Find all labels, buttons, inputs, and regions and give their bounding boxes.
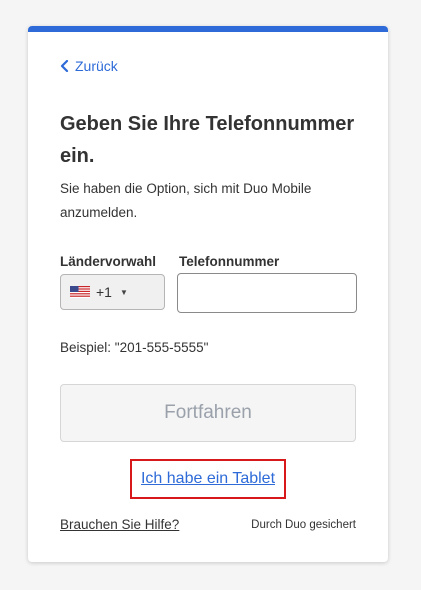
page-title: Geben Sie Ihre Telefonnummer ein. <box>60 113 355 167</box>
tablet-link[interactable]: Ich habe ein Tablet <box>130 459 286 499</box>
back-link-label: Zurück <box>75 58 118 74</box>
phone-number-input[interactable] <box>177 273 357 313</box>
country-code-label: Ländervorwahl <box>60 254 157 269</box>
phone-number-label: Telefonnummer <box>179 254 280 269</box>
country-code-select[interactable]: +1 ▼ <box>60 274 165 310</box>
phone-example: Beispiel: "201-555-5555" <box>60 340 209 355</box>
help-link[interactable]: Brauchen Sie Hilfe? <box>60 517 179 532</box>
login-card: Zurück Geben Sie Ihre Telefonnummer ein.… <box>28 26 388 562</box>
chevron-left-icon <box>60 60 69 72</box>
accent-bar <box>28 26 388 32</box>
page-subtitle: Sie haben die Option, sich mit Duo Mobil… <box>60 181 312 220</box>
back-link[interactable]: Zurück <box>60 58 118 74</box>
caret-down-icon: ▼ <box>119 287 128 297</box>
country-code-value: +1 <box>96 284 112 300</box>
secured-by-duo: Durch Duo gesichert <box>251 519 356 531</box>
us-flag-icon <box>70 286 90 298</box>
continue-button[interactable]: Fortfahren <box>60 384 356 442</box>
